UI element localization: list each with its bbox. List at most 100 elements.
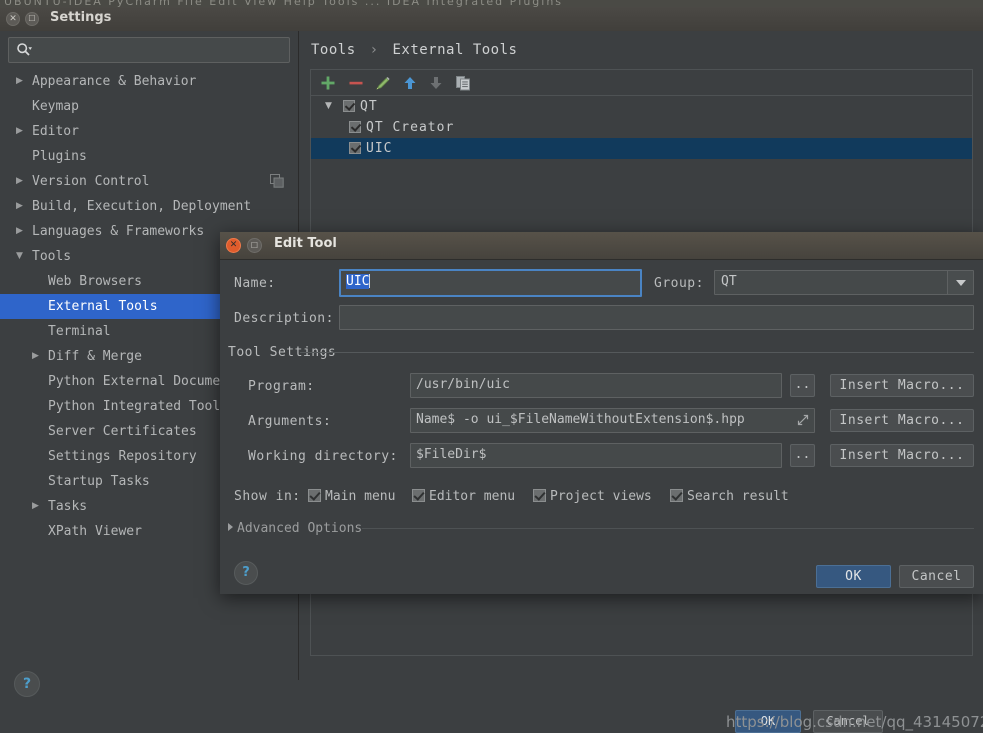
checkbox-label: Editor menu [429, 489, 516, 504]
sidebar-item-label: Plugins [32, 149, 87, 164]
tool-settings-divider [300, 352, 974, 353]
sidebar-item-editor[interactable]: ▶ Editor [0, 119, 298, 144]
sidebar-item-label: Tools [32, 249, 72, 264]
move-up-button[interactable] [401, 74, 419, 92]
checkbox-box [670, 489, 683, 502]
arguments-input-value: Name$ -o ui_$FileNameWithoutExtension$.h… [416, 412, 745, 427]
dialog-titlebar: ✕ ☐ Edit Tool [220, 232, 983, 260]
settings-help-button[interactable]: ? [14, 671, 40, 697]
arguments-label: Arguments: [248, 414, 332, 429]
window-close-button[interactable]: ✕ [6, 12, 20, 26]
arguments-input[interactable]: Name$ -o ui_$FileNameWithoutExtension$.h… [410, 408, 815, 433]
tool-checkbox[interactable] [349, 142, 361, 154]
checkbox-label: Search result [687, 489, 789, 504]
chevron-right-icon: ▶ [16, 176, 23, 186]
arguments-insert-macro-button[interactable]: Insert Macro... [830, 409, 974, 432]
tool-label: UIC [366, 141, 393, 156]
sidebar-item-keymap[interactable]: Keymap [0, 94, 298, 119]
tool-group-row[interactable]: ▼ QT [311, 96, 972, 117]
edit-button[interactable] [374, 74, 392, 92]
name-input[interactable]: UIC [339, 269, 642, 297]
group-label: Group: [654, 276, 704, 291]
plus-icon [321, 76, 335, 90]
add-button[interactable] [319, 74, 337, 92]
search-icon [17, 43, 32, 56]
program-label: Program: [248, 379, 315, 394]
remove-button[interactable] [347, 74, 365, 92]
show-in-main-menu-checkbox[interactable]: Main menu [308, 489, 395, 504]
working-directory-insert-macro-button[interactable]: Insert Macro... [830, 444, 974, 467]
breadcrumb-root: Tools [311, 42, 356, 58]
sidebar-item-label: Keymap [32, 99, 79, 114]
description-label: Description: [234, 311, 334, 326]
advanced-options-toggle[interactable]: Advanced Options [228, 521, 362, 536]
program-insert-macro-button[interactable]: Insert Macro... [830, 374, 974, 397]
advanced-options-divider [362, 528, 974, 529]
maximize-icon: ☐ [28, 14, 36, 23]
chevron-down-icon: ▼ [16, 251, 23, 261]
show-in-search-result-checkbox[interactable]: Search result [670, 489, 789, 504]
description-input[interactable] [339, 305, 974, 330]
copy-button[interactable] [454, 74, 472, 92]
external-tools-toolbar [310, 69, 973, 96]
breadcrumb-separator: › [369, 42, 379, 58]
chevron-right-icon: ▶ [16, 76, 23, 86]
tool-label: QT Creator [366, 120, 455, 135]
show-in-editor-menu-checkbox[interactable]: Editor menu [412, 489, 515, 504]
breadcrumb-leaf: External Tools [392, 42, 518, 58]
window-title: Settings [50, 10, 112, 25]
dialog-help-button[interactable]: ? [234, 561, 258, 585]
dialog-cancel-button[interactable]: Cancel [899, 565, 974, 588]
group-select-value: QT [721, 274, 737, 289]
sidebar-item-label: Editor [32, 124, 79, 139]
working-directory-browse-button[interactable]: .. [790, 444, 815, 467]
sidebar-item-label: Build, Execution, Deployment [32, 199, 252, 214]
working-directory-input-value: $FileDir$ [416, 447, 487, 462]
dialog-ok-button[interactable]: OK [816, 565, 891, 588]
dialog-maximize-button[interactable]: ☐ [247, 238, 262, 253]
chevron-right-icon: ▶ [16, 201, 23, 211]
working-directory-label: Working directory: [248, 449, 398, 464]
sidebar-item-label: Tasks [48, 499, 88, 514]
arrow-up-icon [404, 77, 416, 89]
sidebar-item-label: Appearance & Behavior [32, 74, 197, 89]
show-in-label: Show in: [234, 489, 301, 504]
working-directory-input[interactable]: $FileDir$ [410, 443, 782, 468]
pencil-icon [376, 77, 390, 90]
checkbox-box [533, 489, 546, 502]
arrow-down-icon [430, 77, 442, 89]
window-maximize-button[interactable]: ☐ [25, 12, 39, 26]
sidebar-item-build-execution-deployment[interactable]: ▶ Build, Execution, Deployment [0, 194, 298, 219]
sidebar-item-appearance-behavior[interactable]: ▶ Appearance & Behavior [0, 69, 298, 94]
sidebar-item-label: Terminal [48, 324, 111, 339]
dialog-close-button[interactable]: ✕ [226, 238, 241, 253]
tool-row[interactable]: UIC [311, 138, 972, 159]
program-browse-button[interactable]: .. [790, 374, 815, 397]
chevron-right-icon: ▶ [16, 226, 23, 236]
sidebar-item-label: Python Integrated Tools [48, 399, 229, 414]
sidebar-item-label: Server Certificates [48, 424, 197, 439]
program-input[interactable]: /usr/bin/uic [410, 373, 782, 398]
chevron-right-icon: ▶ [16, 126, 23, 136]
search-input[interactable] [8, 37, 290, 63]
sidebar-item-plugins[interactable]: Plugins [0, 144, 298, 169]
name-input-value: UIC [346, 274, 370, 289]
close-icon: ✕ [229, 240, 238, 250]
tool-row[interactable]: QT Creator [311, 117, 972, 138]
sidebar-item-label: Diff & Merge [48, 349, 142, 364]
sidebar-item-version-control[interactable]: ▶ Version Control [0, 169, 298, 194]
dialog-title: Edit Tool [274, 236, 337, 251]
sidebar-item-label: External Tools [48, 299, 158, 314]
checkbox-label: Main menu [325, 489, 396, 504]
tool-checkbox[interactable] [349, 121, 361, 133]
expand-icon[interactable] [797, 414, 809, 426]
move-down-button[interactable] [427, 74, 445, 92]
chevron-down-icon: ▼ [325, 101, 332, 111]
show-in-project-views-checkbox[interactable]: Project views [533, 489, 652, 504]
tool-checkbox[interactable] [343, 100, 355, 112]
close-icon: ✕ [9, 14, 17, 24]
sidebar-item-label: Startup Tasks [48, 474, 150, 489]
group-select[interactable]: QT [714, 270, 974, 295]
chevron-down-icon[interactable] [947, 271, 973, 294]
maximize-icon: ☐ [250, 241, 259, 250]
